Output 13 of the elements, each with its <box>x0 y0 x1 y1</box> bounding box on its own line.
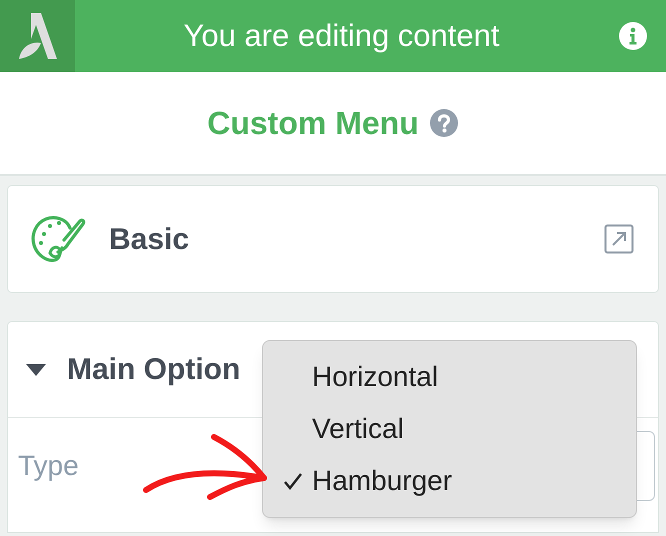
menu-option[interactable]: Horizontal <box>263 351 636 403</box>
menu-option[interactable]: Vertical <box>263 403 636 455</box>
section-title: Basic <box>109 222 190 258</box>
section-title: Main Option <box>67 352 240 388</box>
menu-option[interactable]: Hamburger <box>263 455 636 507</box>
help-icon[interactable] <box>428 108 459 138</box>
external-link-icon[interactable] <box>604 224 634 254</box>
app-logo[interactable] <box>0 0 75 72</box>
header-title: You are editing content <box>182 16 500 55</box>
panel-title: Custom Menu <box>207 104 419 143</box>
field-label: Type <box>18 449 80 483</box>
caret-icon <box>25 362 47 376</box>
info-icon[interactable] <box>618 21 648 51</box>
